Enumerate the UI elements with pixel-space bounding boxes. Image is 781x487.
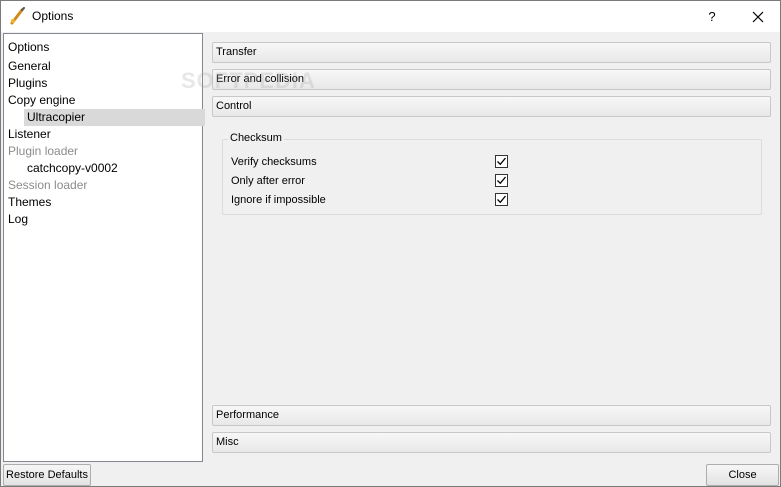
tree-item-options[interactable]: Options bbox=[8, 39, 49, 56]
tree-item-general[interactable]: General bbox=[8, 58, 51, 75]
help-button[interactable]: ? bbox=[697, 1, 727, 32]
verify-checksums-checkbox[interactable] bbox=[495, 155, 508, 168]
section-control[interactable]: Control bbox=[212, 96, 771, 117]
ignore-if-impossible-checkbox[interactable] bbox=[495, 193, 508, 206]
ignore-if-impossible-label: Ignore if impossible bbox=[231, 194, 326, 206]
window-close-button[interactable] bbox=[743, 1, 773, 32]
section-misc-label: Misc bbox=[216, 436, 239, 448]
check-icon bbox=[497, 157, 507, 166]
tree-item-ultracopier[interactable]: Ultracopier bbox=[24, 109, 205, 126]
verify-checksums-label: Verify checksums bbox=[231, 156, 317, 168]
section-misc[interactable]: Misc bbox=[212, 432, 771, 453]
tree-item-plugin-loader[interactable]: Plugin loader bbox=[8, 143, 78, 160]
checksum-groupbox: Checksum Verify checksums Only after err… bbox=[222, 132, 762, 215]
options-window: Options ? Options General Plugins Copy e… bbox=[0, 0, 781, 487]
tree-item-log[interactable]: Log bbox=[8, 211, 28, 228]
tree-item-session-loader[interactable]: Session loader bbox=[8, 177, 87, 194]
section-transfer[interactable]: Transfer bbox=[212, 42, 771, 63]
tree-item-listener[interactable]: Listener bbox=[8, 126, 51, 143]
check-icon bbox=[497, 195, 507, 204]
title-bar[interactable]: Options ? bbox=[1, 1, 780, 32]
checksum-group-title: Checksum bbox=[228, 132, 284, 144]
restore-defaults-button[interactable]: Restore Defaults bbox=[3, 464, 91, 486]
check-icon bbox=[497, 176, 507, 185]
tree-item-plugins[interactable]: Plugins bbox=[8, 75, 47, 92]
tree-item-catchcopy[interactable]: catchcopy-v0002 bbox=[27, 160, 118, 177]
close-icon bbox=[752, 11, 764, 22]
only-after-error-checkbox[interactable] bbox=[495, 174, 508, 187]
close-button[interactable]: Close bbox=[706, 464, 779, 486]
tree-item-copy-engine[interactable]: Copy engine bbox=[8, 92, 75, 109]
section-transfer-label: Transfer bbox=[216, 46, 257, 58]
section-performance-label: Performance bbox=[216, 409, 279, 421]
ultracopier-app-icon bbox=[10, 7, 25, 25]
window-title: Options bbox=[32, 9, 74, 23]
only-after-error-label: Only after error bbox=[231, 175, 305, 187]
tree-item-themes[interactable]: Themes bbox=[8, 194, 51, 211]
softpedia-watermark: SOFTPEDIA bbox=[181, 68, 316, 93]
section-control-label: Control bbox=[216, 100, 252, 112]
options-tree[interactable]: Options General Plugins Copy engine Ultr… bbox=[3, 33, 205, 462]
section-performance[interactable]: Performance bbox=[212, 405, 771, 426]
